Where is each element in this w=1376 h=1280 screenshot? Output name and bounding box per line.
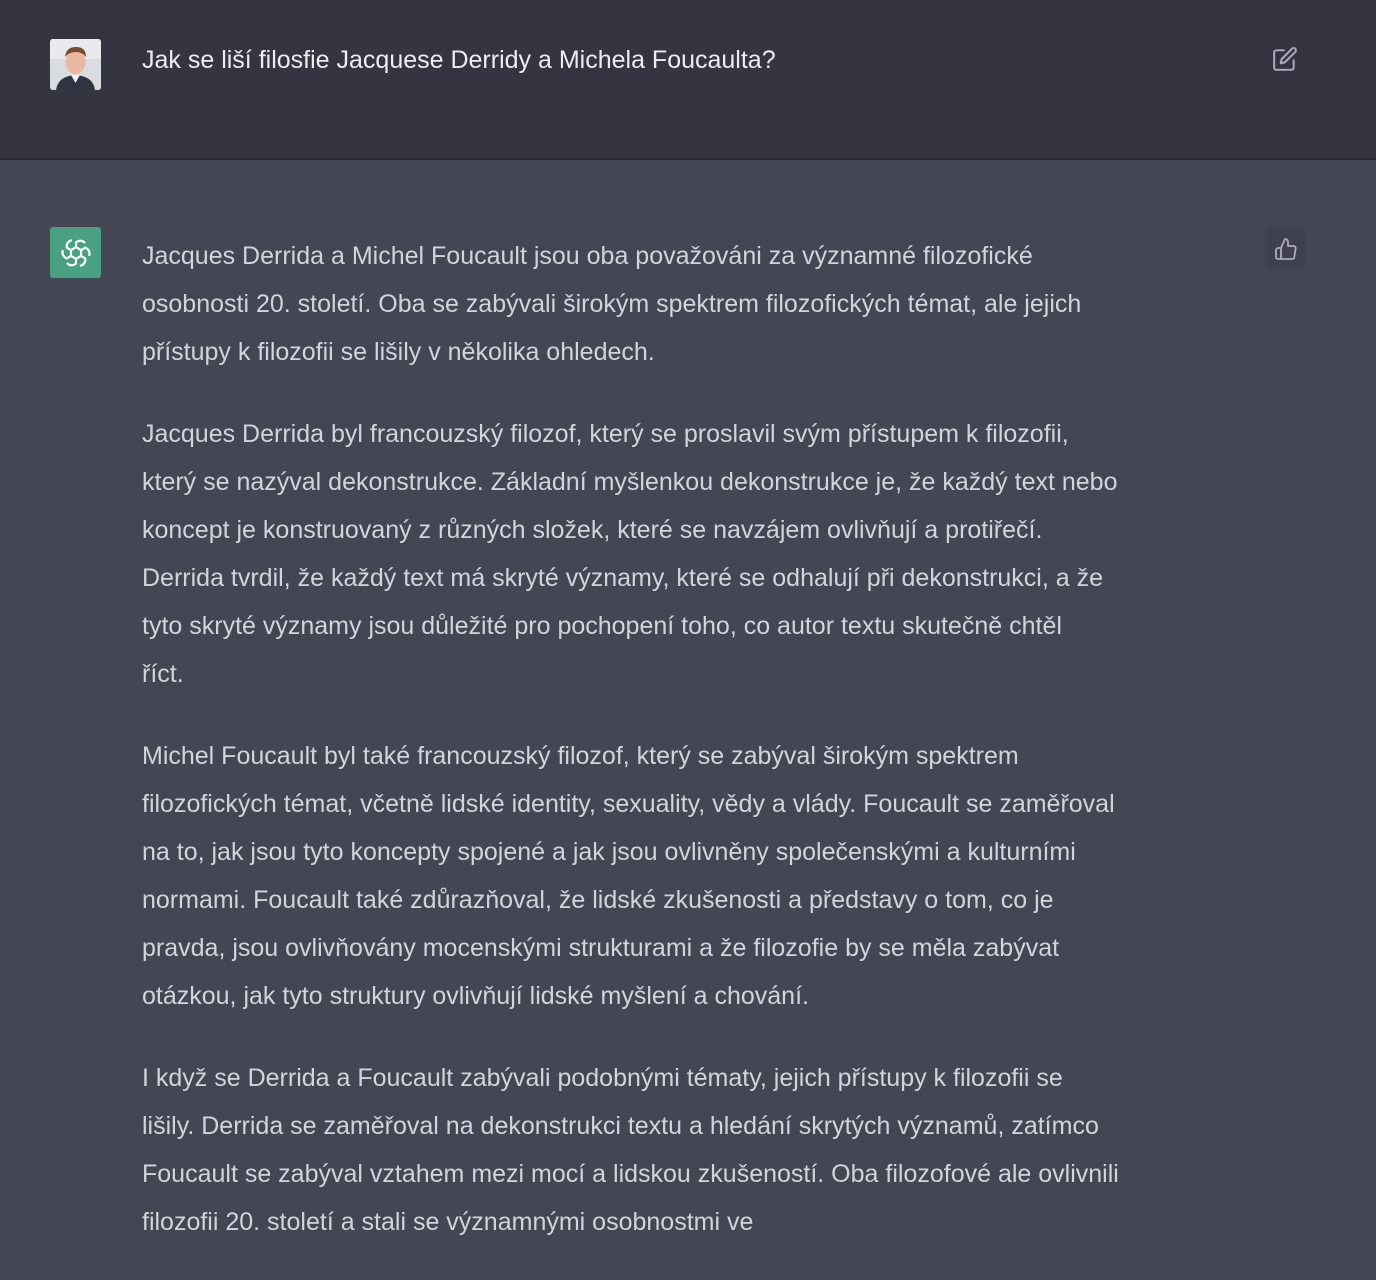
answer-line: filozofických témat, včetně lidské ident…	[142, 790, 1115, 818]
answer-paragraph: Jacques Derrida a Michel Foucault jsou o…	[142, 232, 1262, 376]
answer-line: koncept je konstruovaný z různých složek…	[142, 516, 1043, 544]
answer-paragraph: Jacques Derrida byl francouzský filozof,…	[142, 410, 1262, 698]
answer-line: Foucault se zabýval vztahem mezi mocí a …	[142, 1160, 1119, 1188]
answer-line: Michel Foucault byl také francouzský fil…	[142, 742, 1019, 770]
answer-paragraph: Michel Foucault byl také francouzský fil…	[142, 732, 1262, 1020]
answer-paragraph: I když se Derrida a Foucault zabývali po…	[142, 1054, 1262, 1246]
answer-line: otázkou, jak tyto struktury ovlivňují li…	[142, 982, 809, 1010]
user-message-text: Jak se liší filosfie Jacquese Derridy a …	[142, 46, 776, 74]
answer-line: Jacques Derrida byl francouzský filozof,…	[142, 420, 1069, 448]
answer-line: filozofii 20. století a stali se významn…	[142, 1208, 754, 1236]
answer-line: osobnosti 20. století. Oba se zabývali š…	[142, 290, 1082, 318]
answer-line: pravda, jsou ovlivňovány mocenskými stru…	[142, 934, 1060, 962]
answer-line: na to, jak jsou tyto koncepty spojené a …	[142, 838, 1076, 866]
user-avatar	[50, 39, 101, 90]
answer-line: lišily. Derrida se zaměřoval na dekonstr…	[142, 1112, 1099, 1140]
user-photo-avatar-icon	[50, 39, 101, 90]
answer-line: Jacques Derrida a Michel Foucault jsou o…	[142, 242, 1033, 270]
user-message-row: Jak se liší filosfie Jacquese Derridy a …	[0, 0, 1376, 160]
assistant-message-row: Jacques Derrida a Michel Foucault jsou o…	[0, 160, 1376, 1280]
openai-logo-icon	[60, 238, 91, 267]
edit-message-button[interactable]	[1266, 40, 1304, 78]
answer-line: I když se Derrida a Foucault zabývali po…	[142, 1064, 1063, 1092]
answer-line: který se nazýval dekonstrukce. Základní …	[142, 468, 1118, 496]
answer-line: tyto skryté významy jsou důležité pro po…	[142, 612, 1062, 640]
answer-line: přístupy k filozofii se lišily v několik…	[142, 338, 655, 366]
answer-line: normami. Foucault také zdůrazňoval, že l…	[142, 886, 1054, 914]
answer-line: Derrida tvrdil, že každý text má skryté …	[142, 564, 1104, 592]
assistant-avatar	[50, 227, 101, 278]
assistant-message-text: Jacques Derrida a Michel Foucault jsou o…	[142, 232, 1262, 1280]
thumbs-up-icon	[1274, 237, 1297, 260]
answer-line: říct.	[142, 660, 184, 688]
edit-icon	[1273, 47, 1297, 71]
thumbs-up-button[interactable]	[1265, 228, 1306, 269]
